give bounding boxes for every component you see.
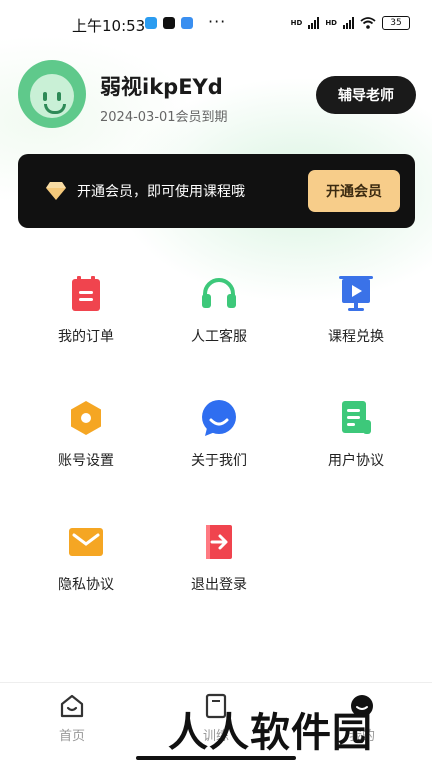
status-time: 上午10:53 [72, 17, 146, 35]
logout-icon [199, 522, 239, 562]
menu-label: 退出登录 [191, 577, 247, 593]
menu-item-my-orders[interactable]: 我的订单 [14, 260, 158, 370]
tab-home[interactable]: 首页 [32, 693, 112, 744]
diamond-icon [46, 182, 66, 200]
membership-expire-date: 2024-03-01会员到期 [100, 110, 228, 125]
battery-icon: 35 [382, 16, 410, 30]
settings-hex-icon [66, 398, 106, 438]
menu-item-about-us[interactable]: 关于我们 [147, 384, 291, 494]
menu-label: 用户协议 [328, 453, 384, 469]
menu-item-user-agreement[interactable]: 用户协议 [284, 384, 428, 494]
hd-label: HD [325, 19, 337, 27]
menu-label: 人工客服 [191, 329, 247, 345]
menu-label: 我的订单 [58, 329, 114, 345]
signal-icon [308, 17, 320, 29]
notification-icons [145, 17, 193, 29]
status-bar: 上午10:53 ··· HD HD 35 [0, 0, 432, 48]
menu-item-course-redeem[interactable]: 课程兑换 [284, 260, 428, 370]
envelope-icon [66, 522, 106, 562]
app-notification-icon [145, 17, 157, 29]
avatar[interactable] [18, 60, 86, 128]
tiktok-icon [163, 17, 175, 29]
document-icon [336, 398, 376, 438]
headset-icon [199, 274, 239, 314]
home-icon [60, 694, 84, 718]
vip-promo-text: 开通会员，即可使用课程哦 [77, 184, 245, 200]
hd-label: HD [290, 19, 303, 27]
menu-item-privacy-policy[interactable]: 隐私协议 [14, 508, 158, 618]
menu-label: 隐私协议 [58, 577, 114, 593]
vip-banner[interactable]: 开通会员，即可使用课程哦 开通会员 [18, 154, 415, 228]
order-icon [66, 274, 106, 314]
chat-smile-icon [199, 398, 239, 438]
wifi-icon [360, 17, 376, 29]
site-watermark: 人人软件园 [168, 709, 373, 756]
more-notifications-icon: ··· [208, 12, 227, 31]
menu-label: 课程兑换 [328, 329, 384, 345]
tab-label: 首页 [58, 729, 85, 744]
open-membership-button[interactable]: 开通会员 [308, 170, 400, 212]
app-notification-icon [181, 17, 193, 29]
menu-label: 关于我们 [191, 453, 247, 469]
user-name: 弱视ikpEYd [100, 75, 223, 99]
signal-icon [343, 17, 354, 29]
tutor-button[interactable]: 辅导老师 [316, 76, 416, 114]
menu-item-logout[interactable]: 退出登录 [147, 508, 291, 618]
menu-item-account-settings[interactable]: 账号设置 [14, 384, 158, 494]
menu-item-customer-service[interactable]: 人工客服 [147, 260, 291, 370]
menu-label: 账号设置 [58, 453, 114, 469]
presentation-icon [336, 274, 376, 314]
